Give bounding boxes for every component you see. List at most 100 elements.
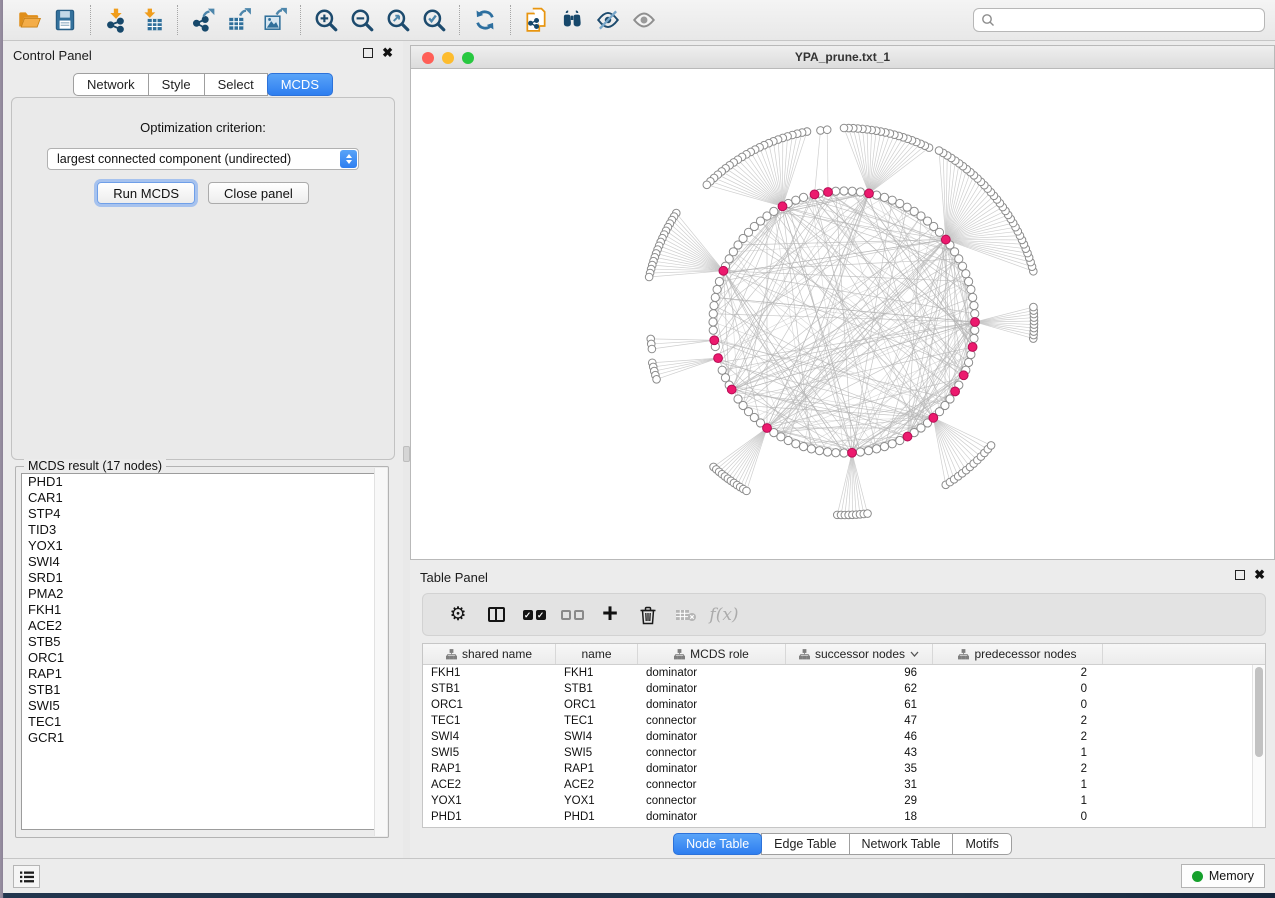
network-node[interactable] — [856, 448, 864, 456]
column-header-predecessor-nodes[interactable]: predecessor nodes — [933, 644, 1103, 664]
network-node[interactable] — [648, 345, 656, 353]
table-scrollbar-thumb[interactable] — [1255, 667, 1263, 757]
tab-network-table[interactable]: Network Table — [849, 833, 954, 855]
network-node[interactable] — [848, 187, 856, 195]
tab-style[interactable]: Style — [148, 73, 205, 96]
tab-mcds[interactable]: MCDS — [267, 73, 333, 96]
settings-button[interactable]: ⚙ — [439, 598, 477, 632]
close-panel-button[interactable]: Close panel — [208, 182, 309, 204]
network-node[interactable] — [896, 436, 904, 444]
deselect-all-button[interactable] — [553, 598, 591, 632]
network-node[interactable] — [864, 510, 872, 518]
memory-button[interactable]: Memory — [1181, 864, 1265, 888]
column-header-MCDS-role[interactable]: MCDS role — [638, 644, 786, 664]
table-row[interactable]: SWI4SWI4dominator462 — [423, 729, 1265, 745]
network-node[interactable] — [962, 270, 970, 278]
network-hub-node[interactable] — [929, 413, 938, 422]
column-header-name[interactable]: name — [556, 644, 638, 664]
table-row[interactable]: ACE2ACE2connector311 — [423, 777, 1265, 793]
table-row[interactable]: PHD1PHD1dominator180 — [423, 809, 1265, 825]
delete-table-button[interactable] — [667, 598, 705, 632]
vertical-splitter[interactable] — [403, 41, 410, 858]
zoom-fit-button[interactable] — [380, 3, 416, 37]
network-hub-node[interactable] — [968, 343, 977, 352]
network-node[interactable] — [856, 188, 864, 196]
network-hub-node[interactable] — [778, 202, 787, 211]
network-node[interactable] — [792, 440, 800, 448]
window-minimize-traffic-light[interactable] — [442, 52, 454, 64]
find-button[interactable] — [554, 3, 590, 37]
network-node[interactable] — [872, 445, 880, 453]
network-node[interactable] — [832, 449, 840, 457]
float-window-icon[interactable] — [1235, 570, 1245, 580]
network-node[interactable] — [792, 196, 800, 204]
network-node[interactable] — [718, 366, 726, 374]
table-row[interactable]: SWI5SWI5connector431 — [423, 745, 1265, 761]
network-node[interactable] — [958, 262, 966, 270]
zoom-out-button[interactable] — [344, 3, 380, 37]
network-hub-node[interactable] — [971, 318, 980, 327]
network-node[interactable] — [971, 326, 979, 334]
close-panel-icon[interactable]: ✖ — [382, 48, 393, 58]
network-share-button[interactable] — [518, 3, 554, 37]
add-column-button[interactable]: + — [591, 598, 629, 632]
network-hub-node[interactable] — [719, 266, 728, 275]
window-close-traffic-light[interactable] — [422, 52, 434, 64]
mcds-result-item[interactable]: FKH1 — [22, 602, 382, 618]
tab-select[interactable]: Select — [204, 73, 268, 96]
splitter-handle[interactable] — [403, 446, 410, 462]
network-node[interactable] — [799, 442, 807, 450]
network-node[interactable] — [815, 447, 823, 455]
network-node[interactable] — [969, 293, 977, 301]
network-node[interactable] — [964, 358, 972, 366]
run-mcds-button[interactable]: Run MCDS — [97, 182, 195, 204]
network-node[interactable] — [970, 334, 978, 342]
table-row[interactable]: RAP1RAP1dominator352 — [423, 761, 1265, 777]
network-node[interactable] — [970, 301, 978, 309]
network-node[interactable] — [715, 277, 723, 285]
network-hub-node[interactable] — [959, 371, 968, 380]
network-node[interactable] — [799, 193, 807, 201]
network-canvas[interactable] — [411, 69, 1274, 559]
mcds-result-item[interactable]: STP4 — [22, 506, 382, 522]
network-node[interactable] — [888, 196, 896, 204]
table-row[interactable]: TEC1TEC1connector472 — [423, 713, 1265, 729]
search-input[interactable] — [995, 10, 1264, 30]
vision-filter-button[interactable] — [590, 3, 626, 37]
network-hub-node[interactable] — [941, 235, 950, 244]
eye-button[interactable] — [626, 3, 662, 37]
task-history-button[interactable] — [13, 865, 40, 888]
criterion-dropdown[interactable]: largest connected component (undirected) — [47, 148, 359, 170]
table-row[interactable]: STB1STB1dominator620 — [423, 681, 1265, 697]
network-node[interactable] — [709, 310, 717, 318]
search-field[interactable] — [973, 8, 1265, 32]
mcds-result-item[interactable]: TEC1 — [22, 714, 382, 730]
network-hub-node[interactable] — [710, 336, 719, 345]
network-node[interactable] — [880, 193, 888, 201]
mcds-result-item[interactable]: STB5 — [22, 634, 382, 650]
mcds-list-scrollbar[interactable] — [374, 468, 387, 836]
refresh-button[interactable] — [467, 3, 503, 37]
column-layout-button[interactable] — [477, 598, 515, 632]
export-network-button[interactable] — [185, 3, 221, 37]
float-window-icon[interactable] — [363, 48, 373, 58]
network-node[interactable] — [987, 442, 995, 450]
network-hub-node[interactable] — [951, 387, 960, 396]
network-hub-node[interactable] — [824, 188, 833, 197]
network-node[interactable] — [653, 376, 661, 384]
import-table-button[interactable] — [134, 3, 170, 37]
network-hub-node[interactable] — [903, 432, 912, 441]
network-node[interactable] — [709, 318, 717, 326]
mcds-result-item[interactable]: CAR1 — [22, 490, 382, 506]
tab-node-table[interactable]: Node Table — [673, 833, 762, 855]
tab-network[interactable]: Network — [73, 73, 149, 96]
network-node[interactable] — [807, 445, 815, 453]
mcds-result-item[interactable]: SWI5 — [22, 698, 382, 714]
function-builder-button[interactable]: f(x) — [705, 598, 743, 632]
network-node[interactable] — [711, 293, 719, 301]
column-header-successor-nodes[interactable]: successor nodes — [786, 644, 933, 664]
mcds-result-item[interactable]: GCR1 — [22, 730, 382, 746]
network-hub-node[interactable] — [727, 385, 736, 394]
network-node[interactable] — [840, 124, 848, 132]
mcds-result-item[interactable]: SWI4 — [22, 554, 382, 570]
